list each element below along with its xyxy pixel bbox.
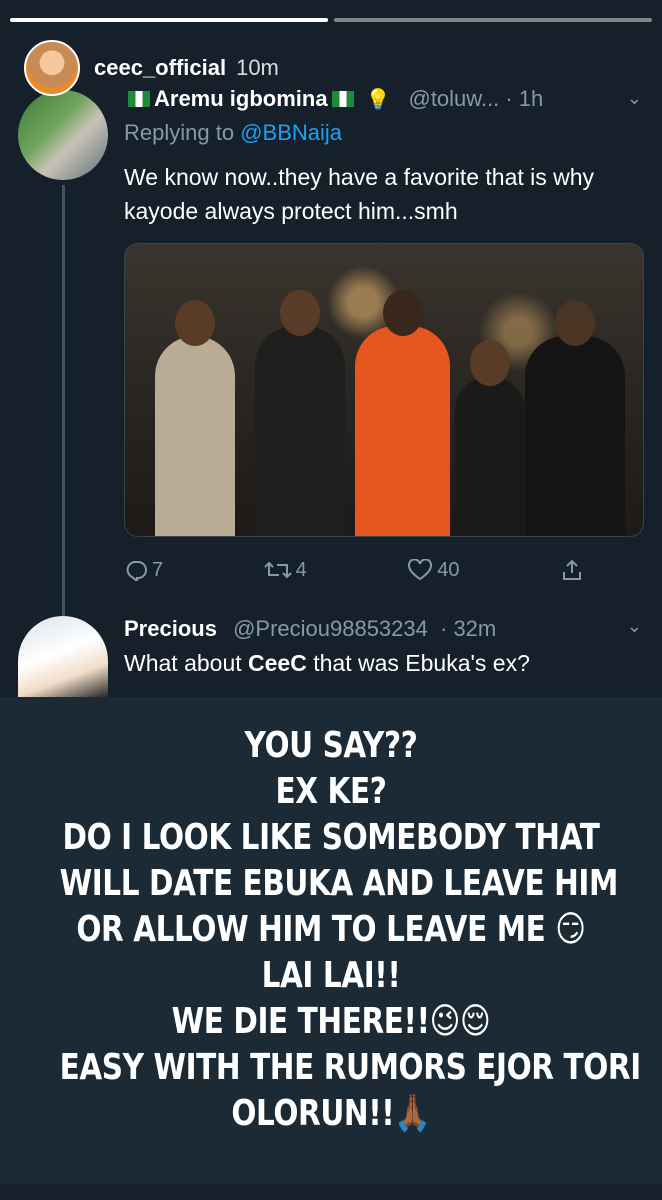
caption-line: WE DIE THERE!!😉😌 bbox=[171, 1001, 491, 1042]
caption-line: DO I LOOK LIKE SOMEBODY THAT bbox=[62, 817, 600, 858]
tweet-aremu[interactable]: Aremu igbomina 💡 @toluw... · 1h ⌄ Replyi… bbox=[0, 80, 662, 635]
story-progress-bar-2 bbox=[334, 18, 652, 22]
tweet-author-name[interactable]: Precious bbox=[124, 616, 217, 641]
person-figure bbox=[355, 290, 450, 536]
story-username[interactable]: ceec_official bbox=[94, 55, 226, 81]
tweet-text-part: What about bbox=[124, 650, 249, 676]
person-figure bbox=[155, 300, 235, 536]
tweet-author-handle[interactable]: @Preciou98853234 bbox=[233, 616, 428, 641]
replying-to-link[interactable]: @BBNaija bbox=[240, 120, 342, 145]
caption-line: YOU SAY?? bbox=[244, 725, 418, 766]
person-head bbox=[555, 300, 595, 346]
caption-line: LAI LAI!! bbox=[261, 955, 401, 996]
tweet-time: · 1h bbox=[505, 86, 544, 111]
person-figure bbox=[455, 340, 525, 536]
story-time: 10m bbox=[236, 55, 279, 80]
like-button[interactable]: 40 bbox=[407, 558, 460, 582]
tweet-author-handle[interactable]: @toluw... bbox=[408, 86, 499, 112]
retweet-icon bbox=[263, 561, 292, 579]
story-caption: YOU SAY?? EX KE? DO I LOOK LIKE SOMEBODY… bbox=[59, 723, 642, 1137]
story-progress-fill-1 bbox=[10, 18, 328, 22]
person-head bbox=[470, 340, 510, 386]
story-header[interactable]: ceec_official 10m bbox=[24, 40, 279, 96]
tweet-text: What about CeeC that was Ebuka's ex? bbox=[124, 650, 530, 677]
share-button[interactable] bbox=[560, 558, 584, 582]
tweet-avatar[interactable] bbox=[18, 616, 108, 698]
tweet-time: · 32m bbox=[440, 616, 497, 641]
share-icon bbox=[563, 559, 581, 580]
caption-line: WILL DATE EBUKA AND LEAVE HIM bbox=[59, 863, 619, 904]
lightbulb-icon: 💡 bbox=[365, 88, 391, 111]
tweet-photo[interactable] bbox=[124, 243, 644, 537]
reply-icon bbox=[126, 561, 147, 581]
tweet-precious[interactable]: Precious @Preciou98853234 · 32m ⌄ What a… bbox=[0, 612, 662, 698]
tweet-actions: 7 4 40 bbox=[124, 558, 584, 582]
caption-line: EX KE? bbox=[275, 771, 387, 812]
nigeria-flag-icon bbox=[331, 91, 354, 107]
reply-count: 7 bbox=[152, 558, 164, 581]
person-head bbox=[280, 290, 320, 336]
person-head bbox=[382, 290, 423, 336]
tweet-text-bold: CeeC bbox=[248, 650, 307, 676]
tweet-text-part: that was Ebuka's ex? bbox=[306, 650, 530, 676]
caption-line: OR ALLOW HIM TO LEAVE ME 😏 bbox=[76, 909, 586, 950]
chevron-down-icon[interactable]: ⌄ bbox=[627, 88, 642, 109]
replying-to: Replying to @BBNaija bbox=[124, 120, 342, 146]
reply-button[interactable]: 7 bbox=[124, 558, 163, 582]
bottom-strip bbox=[0, 1184, 662, 1200]
story-progress-bars bbox=[10, 18, 652, 24]
tweet-text: We know now..they have a favorite that i… bbox=[124, 164, 595, 224]
thread-line bbox=[62, 185, 65, 635]
caption-line: EASY WITH THE RUMORS EJOR TORI bbox=[59, 1047, 642, 1088]
like-count: 40 bbox=[437, 558, 460, 581]
chevron-down-icon[interactable]: ⌄ bbox=[627, 616, 642, 637]
heart-icon bbox=[408, 559, 433, 581]
caption-line: OLORUN!!🙏🏾 bbox=[231, 1093, 431, 1134]
retweet-count: 4 bbox=[295, 558, 307, 581]
retweet-button[interactable]: 4 bbox=[263, 558, 307, 582]
tweet-header: Precious @Preciou98853234 · 32m bbox=[124, 616, 496, 642]
person-head bbox=[175, 300, 215, 346]
story-progress-bar-1 bbox=[10, 18, 328, 22]
person-figure bbox=[525, 300, 625, 536]
person-figure bbox=[255, 290, 345, 536]
tweet-avatar[interactable] bbox=[18, 90, 108, 180]
replying-prefix: Replying to bbox=[124, 120, 235, 145]
story-avatar[interactable] bbox=[24, 40, 80, 96]
story-caption-box: YOU SAY?? EX KE? DO I LOOK LIKE SOMEBODY… bbox=[0, 697, 662, 1184]
